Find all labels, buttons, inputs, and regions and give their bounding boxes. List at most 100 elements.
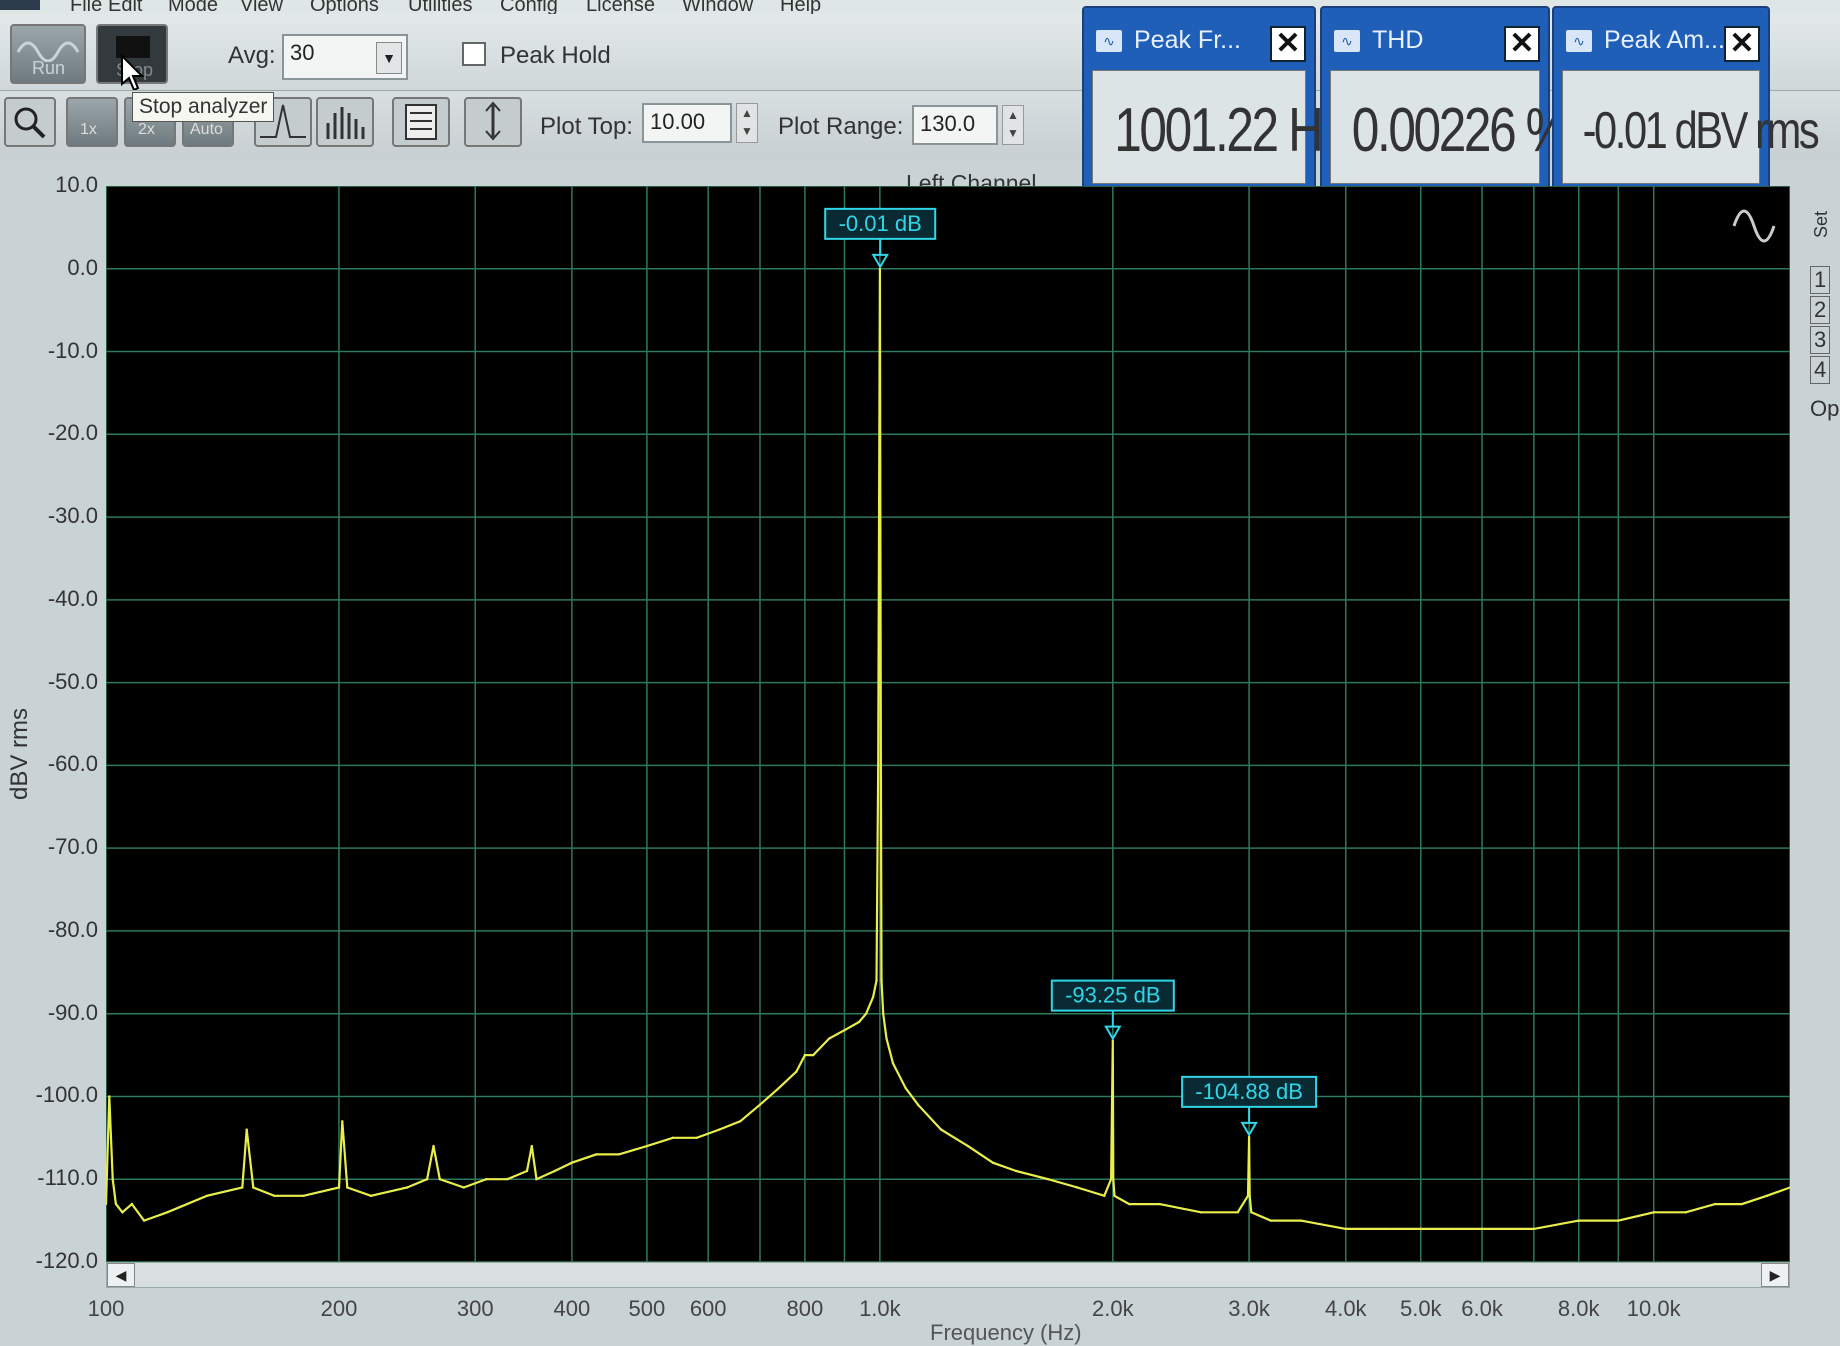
close-icon[interactable]: ✕	[1270, 26, 1306, 62]
x-tick-label: 400	[553, 1296, 591, 1321]
meter-display: 1001.22 Hz	[1092, 70, 1346, 184]
bar-mode-button[interactable]	[316, 97, 374, 147]
menu-license[interactable]: License	[586, 0, 655, 14]
spectrum-point	[1344, 1227, 1347, 1231]
spectrum-point	[1109, 1178, 1113, 1181]
menu-edit[interactable]: Edit	[108, 0, 142, 14]
y-tick-label: -90.0	[47, 999, 98, 1025]
spectrum-point	[1480, 1227, 1484, 1231]
scroll-right-icon[interactable]: ▶	[1761, 1263, 1789, 1287]
x-tick-label: 8.0k	[1557, 1296, 1600, 1321]
menu-options[interactable]: Options	[310, 0, 379, 14]
spectrum-point	[645, 1144, 649, 1148]
spectrum-point	[879, 764, 883, 767]
spectrum-point	[525, 1169, 529, 1173]
spectrum-point	[876, 764, 880, 767]
spectrum-point	[1250, 1211, 1253, 1214]
scroll-left-icon[interactable]: ◀	[107, 1263, 135, 1287]
spectrum-point	[991, 1161, 995, 1164]
horizontal-scrollbar[interactable]: ◀ ▶	[106, 1262, 1790, 1288]
avg-value: 30	[290, 40, 315, 65]
meter-peak-frequency: ∿ Peak Fr... ✕ 1001.22 Hz	[1082, 6, 1346, 194]
spectrum-point	[570, 1161, 574, 1164]
plot-range-input[interactable]: 130.0	[912, 105, 998, 145]
spectrum-point	[879, 433, 882, 436]
spectrum-point	[130, 1202, 134, 1206]
spectrum-point	[875, 979, 878, 982]
spectrum-point	[803, 1053, 807, 1057]
spectrum-point	[111, 1178, 114, 1181]
spectrum-point	[1684, 1211, 1687, 1214]
x-tick-label: 1.0k	[859, 1296, 901, 1321]
set-3-button[interactable]: 3	[1810, 326, 1831, 354]
avg-select[interactable]: 30 ▼	[282, 34, 408, 80]
close-icon[interactable]: ✕	[1724, 26, 1760, 62]
meter-value: 1001.22 Hz	[1114, 96, 1346, 165]
plot-top-input[interactable]: 10.00	[642, 103, 732, 143]
spectrum-point	[871, 995, 875, 999]
peak-hold-checkbox[interactable]	[462, 42, 486, 66]
x-tick-label: 3.0k	[1228, 1296, 1270, 1321]
plot-top-spinner[interactable]: ▲ ▼	[736, 103, 758, 143]
menu-file[interactable]: File	[70, 0, 102, 14]
spectrum-plot[interactable]: -0.01 dB -93.25 dB -104.88 dB	[106, 186, 1790, 1262]
menu-view[interactable]: View	[240, 0, 283, 14]
set-1-button[interactable]: 1	[1810, 266, 1831, 294]
x-tick-label: 5.0k	[1399, 1296, 1442, 1321]
vertical-cursor-icon	[485, 101, 501, 141]
spectrum-point	[341, 1120, 344, 1123]
spectrum-point	[1652, 1211, 1655, 1214]
menu-window[interactable]: Window	[682, 0, 753, 14]
menu-mode[interactable]: Mode	[168, 0, 218, 14]
meter-title: THD	[1372, 26, 1424, 54]
menu-utilities[interactable]: Utilities	[408, 0, 472, 14]
spectrum-point	[880, 979, 883, 982]
spectrum-point	[671, 1136, 674, 1140]
spectrum-point	[369, 1194, 373, 1197]
spectrum-point	[405, 1186, 409, 1189]
run-button[interactable]: Run	[10, 24, 86, 84]
spectrum-point	[1299, 1219, 1303, 1222]
spectrum-point	[857, 1020, 861, 1024]
plot-top-label: Plot Top:	[540, 113, 633, 140]
tooltip: Stop analyzer	[132, 92, 275, 122]
x-tick-label: 500	[628, 1296, 666, 1321]
list-icon	[405, 104, 437, 140]
spectrum-point	[758, 1103, 762, 1106]
spectrum-point	[432, 1144, 435, 1148]
sine-icon	[1732, 209, 1776, 243]
zoom-1x-button[interactable]: 1x	[66, 97, 118, 147]
plot-top-value: 10.00	[650, 109, 706, 134]
set-2-button[interactable]: 2	[1810, 296, 1831, 324]
options-button[interactable]: Op	[1810, 396, 1839, 422]
x-tick-label: 600	[689, 1296, 727, 1321]
spectrum-point	[885, 1037, 888, 1040]
spectrum-point	[530, 1144, 534, 1148]
spectrum-point	[121, 1211, 124, 1214]
list-view-button[interactable]	[392, 97, 450, 147]
spectrum-point	[1158, 1202, 1161, 1206]
menu-help[interactable]: Help	[780, 0, 821, 14]
marker-label: -0.01 dB	[839, 211, 922, 236]
zoom-button[interactable]	[4, 97, 56, 147]
cursor-button[interactable]	[464, 97, 522, 147]
x-tick-label: 2.0k	[1092, 1296, 1134, 1321]
plot-range-spinner[interactable]: ▲ ▼	[1002, 105, 1024, 145]
x-tick-label: 100	[87, 1296, 125, 1321]
spectrum-point	[1199, 1211, 1203, 1214]
meter-title: Peak Fr...	[1134, 26, 1241, 54]
menu-config[interactable]: Config	[500, 0, 558, 14]
set-label: Set	[1811, 210, 1832, 239]
mouse-cursor-icon	[121, 54, 145, 92]
x-tick-label: 10.0k	[1626, 1296, 1681, 1321]
spectrum-point	[166, 1211, 169, 1214]
set-4-button[interactable]: 4	[1810, 356, 1831, 384]
spectrum-point	[1236, 1211, 1239, 1214]
meter-display: -0.01 dBV rms	[1562, 70, 1820, 184]
spectrum-point	[695, 1136, 698, 1140]
spectrum-point	[1532, 1227, 1536, 1231]
spectrum-point	[617, 1153, 621, 1156]
meter-peak-amplitude: ∿ Peak Am... ✕ -0.01 dBV rms	[1552, 6, 1820, 194]
close-icon[interactable]: ✕	[1504, 26, 1540, 62]
spectrum-point	[1419, 1227, 1422, 1231]
